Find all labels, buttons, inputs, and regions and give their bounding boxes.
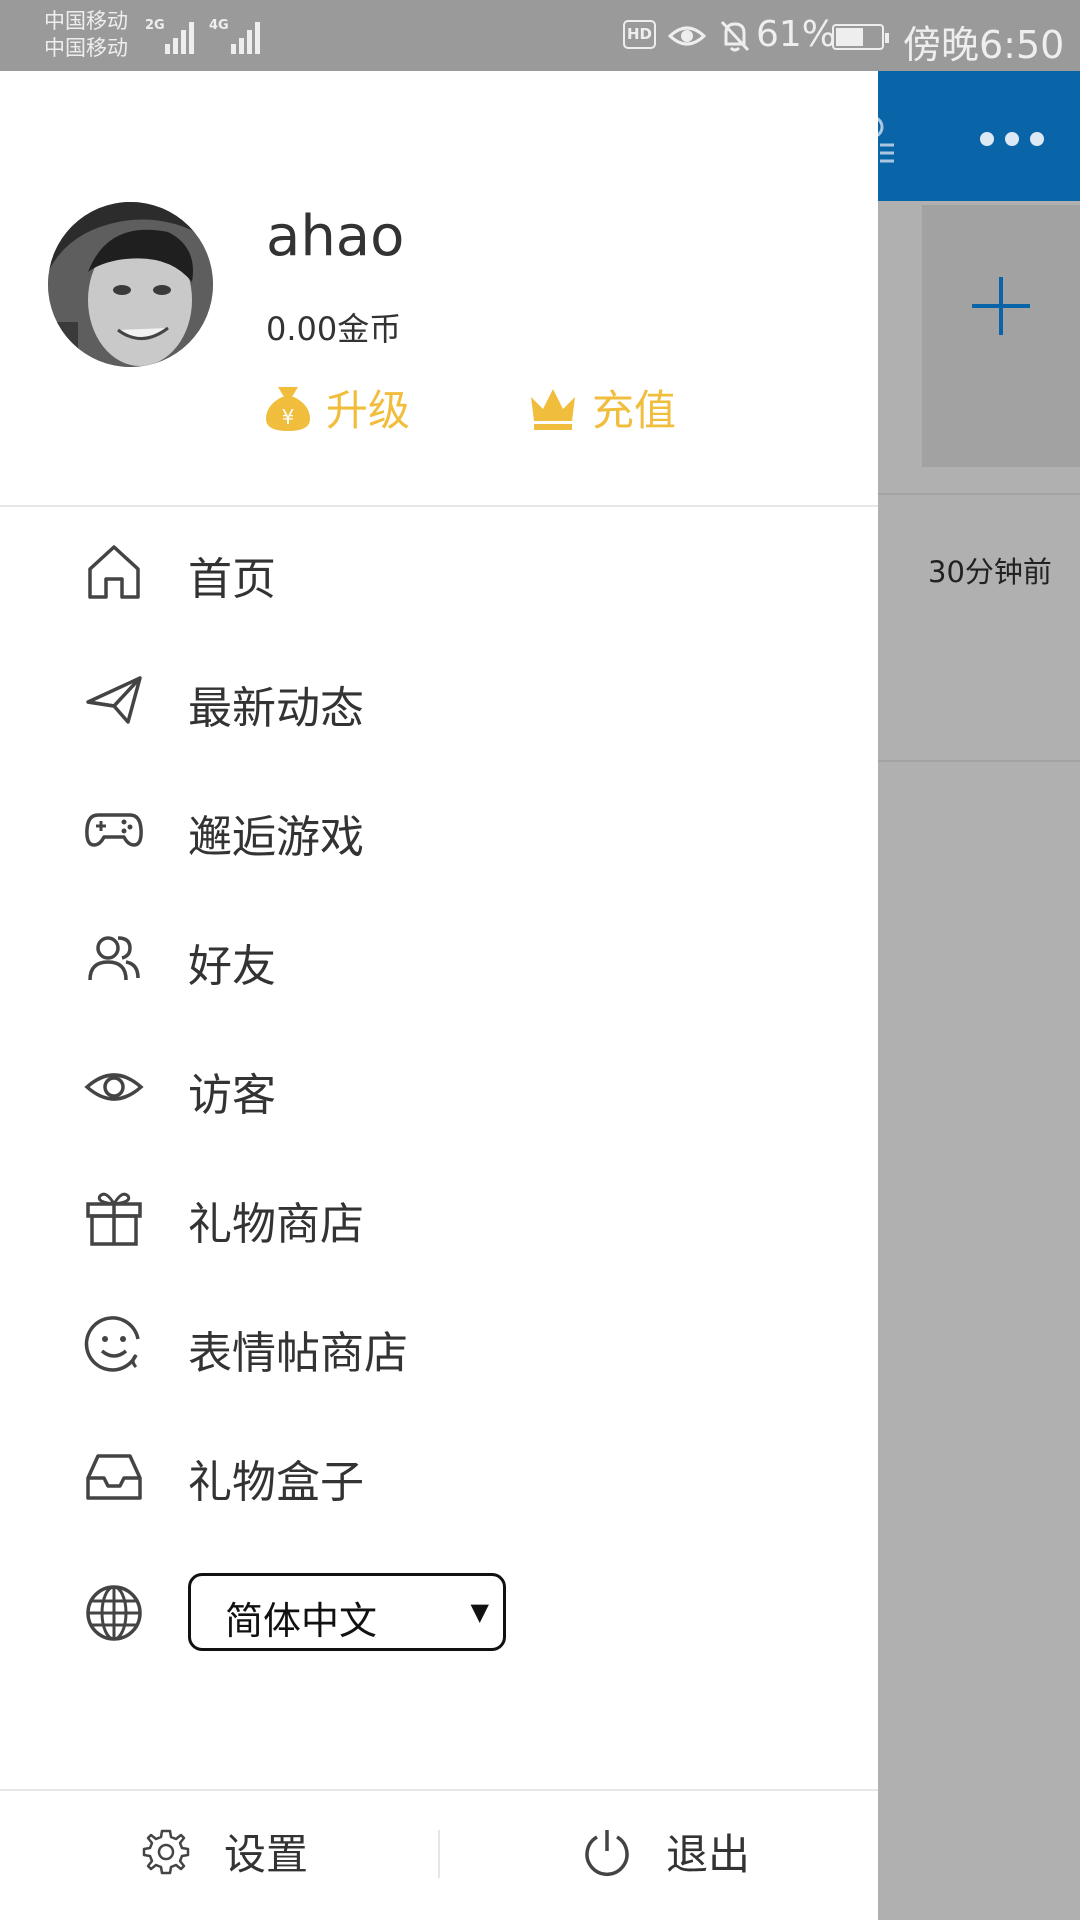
- menu-item-label: 邂逅游戏: [188, 812, 364, 863]
- paper-plane-icon: [86, 676, 142, 724]
- gamepad-icon: [85, 813, 143, 847]
- language-select[interactable]: 简体中文 ▼: [188, 1573, 506, 1651]
- profile-divider: [0, 505, 878, 507]
- menu-item-encounter-game[interactable]: 邂逅游戏: [0, 773, 878, 883]
- inbox-icon: [86, 1454, 142, 1500]
- battery-percent: 61%: [756, 14, 837, 55]
- carrier-name-1: 中国移动: [44, 9, 128, 33]
- carrier-name-2: 中国移动: [44, 36, 128, 60]
- gear-icon: [142, 1829, 190, 1874]
- avatar-photo: [48, 202, 213, 367]
- more-horizontal-icon[interactable]: [980, 127, 1044, 151]
- menu-item-friends[interactable]: 好友: [0, 902, 878, 1012]
- battery-icon: [832, 24, 889, 50]
- gift-icon: [86, 1192, 142, 1246]
- list-divider: [878, 760, 1080, 762]
- menu-item-label: 最新动态: [188, 683, 364, 734]
- settings-button[interactable]: 设置: [142, 1821, 308, 1882]
- home-icon: [88, 545, 140, 599]
- signal-strength-icon: 4G: [209, 16, 265, 54]
- add-button[interactable]: [922, 205, 1080, 467]
- logout-button[interactable]: 退出: [582, 1821, 750, 1882]
- menu-item-label: 礼物盒子: [188, 1457, 364, 1508]
- eye-comfort-icon: [668, 26, 706, 46]
- menu-item-label: 访客: [188, 1070, 276, 1121]
- logout-label: 退出: [666, 1830, 751, 1879]
- footer-divider: [0, 1789, 878, 1791]
- plus-icon: [972, 277, 1030, 335]
- avatar[interactable]: [48, 202, 213, 367]
- carrier-names: 中国移动 中国移动: [44, 8, 128, 62]
- menu-item-label: 表情帖商店: [188, 1328, 408, 1379]
- eye-icon: [84, 1073, 144, 1101]
- smiley-icon: [84, 1316, 140, 1372]
- money-bag-icon: ¥: [266, 386, 310, 431]
- menu-item-gift-box[interactable]: 礼物盒子: [0, 1418, 878, 1528]
- hd-voice-icon: HD: [623, 20, 656, 49]
- chevron-down-icon: ▼: [470, 1598, 489, 1626]
- menu-item-gift-shop[interactable]: 礼物商店: [0, 1160, 878, 1270]
- menu-item-home[interactable]: 首页: [0, 515, 878, 625]
- globe-icon: [86, 1585, 142, 1641]
- username: ahao: [266, 204, 405, 269]
- list-divider: [878, 493, 1080, 495]
- recharge-button[interactable]: 充值: [528, 377, 676, 438]
- signal-strength-icon: 2G: [145, 16, 197, 54]
- mute-bell-icon: [720, 20, 750, 52]
- power-icon: [585, 1829, 629, 1876]
- language-selected-value: 简体中文: [225, 1599, 378, 1643]
- footer-separator: [438, 1830, 440, 1878]
- menu-item-label: 首页: [188, 554, 276, 605]
- navigation-drawer: ahao 0.00金币 ¥ 升级 充值 首页 最新动态 邂逅游戏 好友 访客 礼…: [0, 71, 878, 1920]
- friends-icon: [88, 936, 140, 981]
- status-bar: 中国移动 中国移动 2G 4G HD 61% 傍晚6:50: [0, 0, 1080, 71]
- network-type-label: 4G: [209, 18, 229, 33]
- settings-label: 设置: [224, 1830, 309, 1879]
- clock: 傍晚6:50: [903, 23, 1065, 67]
- menu-item-label: 好友: [188, 941, 276, 992]
- crown-icon: [531, 388, 575, 430]
- network-type-label: 2G: [145, 18, 165, 33]
- upgrade-button[interactable]: ¥ 升级: [264, 377, 410, 438]
- list-item-time: 30分钟前: [928, 555, 1052, 589]
- upgrade-label: 升级: [326, 386, 411, 435]
- svg-text:¥: ¥: [282, 405, 295, 429]
- menu-item-visitors[interactable]: 访客: [0, 1031, 878, 1141]
- coin-balance: 0.00金币: [266, 310, 402, 348]
- menu-item-sticker-shop[interactable]: 表情帖商店: [0, 1289, 878, 1399]
- menu-item-latest-news[interactable]: 最新动态: [0, 644, 878, 754]
- recharge-label: 充值: [592, 386, 677, 435]
- menu-item-label: 礼物商店: [188, 1199, 364, 1250]
